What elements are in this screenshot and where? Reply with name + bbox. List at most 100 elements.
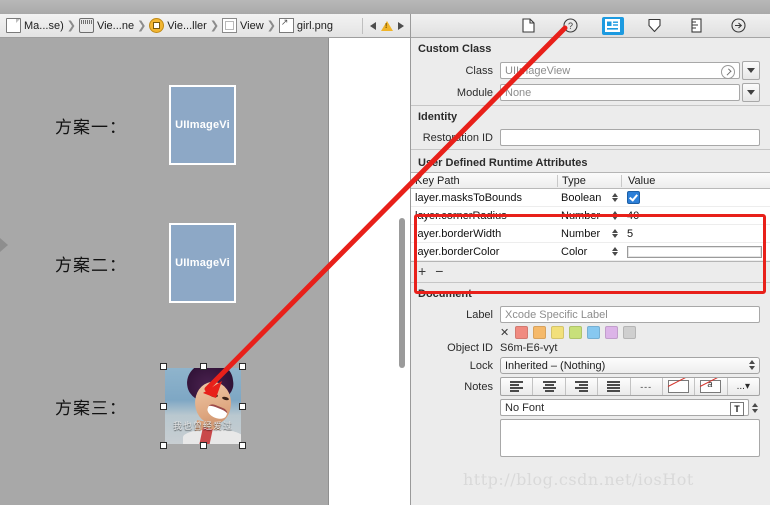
selection-handle-tr[interactable] [239, 363, 246, 370]
swatch-red[interactable] [515, 326, 529, 339]
attribute-type[interactable]: Boolean [557, 192, 609, 204]
text-color-icon[interactable] [663, 378, 696, 395]
line-style-icon[interactable]: --- [631, 378, 663, 395]
swatch-orange[interactable] [533, 326, 547, 339]
view-icon [222, 18, 238, 33]
attribute-type[interactable]: Number [557, 228, 609, 240]
breadcrumb-item-view[interactable]: View [222, 18, 264, 33]
module-dropdown-button[interactable] [742, 83, 760, 102]
canvas-row-2: 方案二： UIImageVi [55, 223, 236, 303]
runtime-attributes-table[interactable]: Key Path Type Value layer.masksToBounds … [411, 172, 770, 262]
object-id-label: Object ID [447, 342, 493, 354]
selection-handle-br[interactable] [239, 442, 246, 449]
swatch-blue[interactable] [587, 326, 601, 339]
type-stepper[interactable] [609, 247, 621, 256]
stepper-up-icon [612, 193, 618, 197]
table-row[interactable]: layer.borderColor Color [411, 243, 770, 261]
module-input[interactable]: None [500, 84, 740, 101]
connections-inspector-icon[interactable] [728, 17, 750, 35]
font-field[interactable]: No Font T [500, 399, 749, 416]
swatch-yellow[interactable] [551, 326, 565, 339]
breadcrumb-item-viewcontroller[interactable]: Vie...ller [149, 18, 207, 33]
attributes-inspector-icon[interactable] [644, 17, 666, 35]
girl-photo[interactable]: 我也曾经爱过 [165, 368, 241, 444]
table-row[interactable]: layer.masksToBounds Boolean [411, 189, 770, 207]
imageview-placeholder-1[interactable]: UIImageVi [169, 85, 236, 165]
type-stepper[interactable] [609, 229, 621, 238]
quick-help-inspector-icon[interactable]: ? [560, 17, 582, 35]
align-right-icon[interactable] [566, 378, 599, 395]
align-justify-icon[interactable] [598, 378, 631, 395]
imageview-placeholder-2[interactable]: UIImageVi [169, 223, 236, 303]
breadcrumb-separator-icon: ❯ [266, 20, 276, 32]
selection-handle-ml[interactable] [160, 403, 167, 410]
canvas-surface[interactable]: 方案一： UIImageVi 方案二： UIImageVi 方案三： 我也曾经爱… [9, 38, 328, 505]
selection-handle-bc[interactable] [200, 442, 207, 449]
font-stepper[interactable] [749, 399, 760, 416]
align-left-icon[interactable] [501, 378, 534, 395]
align-center-icon[interactable] [533, 378, 566, 395]
color-well[interactable] [627, 245, 762, 258]
class-dropdown-button[interactable] [742, 61, 760, 80]
attribute-type[interactable]: Number [557, 210, 609, 222]
document-icon [6, 18, 21, 33]
nav-back-icon[interactable] [370, 21, 376, 30]
identity-inspector-icon[interactable] [601, 16, 624, 35]
breadcrumb-label: View [240, 19, 264, 32]
attribute-keypath[interactable]: layer.borderWidth [411, 228, 557, 240]
attribute-type[interactable]: Color [557, 246, 609, 258]
warning-triangle-icon[interactable] [381, 20, 393, 31]
type-stepper[interactable] [609, 193, 621, 202]
selection-handle-mr[interactable] [239, 403, 246, 410]
nav-forward-icon[interactable] [398, 21, 404, 30]
attribute-value[interactable]: 40 [621, 210, 770, 222]
font-panel-icon[interactable]: T [730, 402, 744, 416]
label-input[interactable]: Xcode Specific Label [500, 306, 760, 323]
type-stepper[interactable] [609, 211, 621, 220]
class-input[interactable]: UIImageView [500, 62, 740, 79]
table-row[interactable]: layer.cornerRadius Number 40 [411, 207, 770, 225]
selection-handle-bl[interactable] [160, 442, 167, 449]
font-color-icon[interactable] [695, 378, 728, 395]
attribute-value[interactable]: 5 [621, 228, 770, 240]
document-section: Document Label Xcode Specific Label ✕ Ob… [411, 283, 770, 457]
object-id-value: S6m-E6-vyt [500, 342, 558, 354]
imageview-placeholder-label: UIImageVi [175, 257, 230, 269]
storyboard-icon [78, 18, 94, 33]
class-jump-icon[interactable] [721, 65, 735, 79]
swatch-gray[interactable] [623, 326, 637, 339]
font-value: No Font [505, 401, 545, 414]
attribute-value[interactable] [621, 245, 770, 258]
size-inspector-icon[interactable] [686, 17, 708, 35]
breadcrumb-item-project[interactable]: Ma...se) [6, 18, 64, 33]
selection-handle-tl[interactable] [160, 363, 167, 370]
file-inspector-icon[interactable] [518, 17, 540, 35]
attribute-value[interactable] [621, 191, 770, 204]
canvas-vertical-scrollbar[interactable] [399, 218, 405, 368]
swatch-purple[interactable] [605, 326, 619, 339]
restoration-id-input[interactable] [500, 129, 760, 146]
swatch-green[interactable] [569, 326, 583, 339]
interface-builder-canvas[interactable]: 方案一： UIImageVi 方案二： UIImageVi 方案三： 我也曾经爱… [0, 38, 410, 505]
column-header-type: Type [557, 174, 621, 187]
checkbox-checked-icon[interactable] [627, 191, 640, 204]
selection-handle-tc[interactable] [200, 363, 207, 370]
clear-color-icon[interactable]: ✕ [500, 326, 509, 339]
stepper-down-icon [612, 198, 618, 202]
attribute-keypath[interactable]: layer.cornerRadius [411, 210, 557, 222]
breadcrumb-item-storyboard[interactable]: Vie...ne [78, 18, 134, 33]
remove-attribute-button[interactable]: − [435, 264, 443, 278]
canvas-collapse-arrow-icon[interactable] [0, 238, 8, 252]
selected-imageview[interactable]: 我也曾经爱过 [160, 363, 246, 449]
notes-textarea[interactable] [500, 419, 760, 457]
attribute-keypath[interactable]: layer.masksToBounds [411, 192, 557, 204]
label-placeholder: Xcode Specific Label [505, 308, 608, 321]
notes-more-icon[interactable]: ...▾ [728, 378, 759, 395]
table-row[interactable]: layer.borderWidth Number 5 [411, 225, 770, 243]
lock-select[interactable]: Inherited – (Nothing) [500, 357, 760, 374]
add-attribute-button[interactable]: + [418, 264, 426, 278]
breadcrumb-item-image[interactable]: girl.png [278, 17, 333, 33]
view-controller-icon [149, 18, 165, 33]
attribute-keypath[interactable]: layer.borderColor [411, 246, 557, 258]
canvas-row-label: 方案一： [55, 117, 127, 138]
